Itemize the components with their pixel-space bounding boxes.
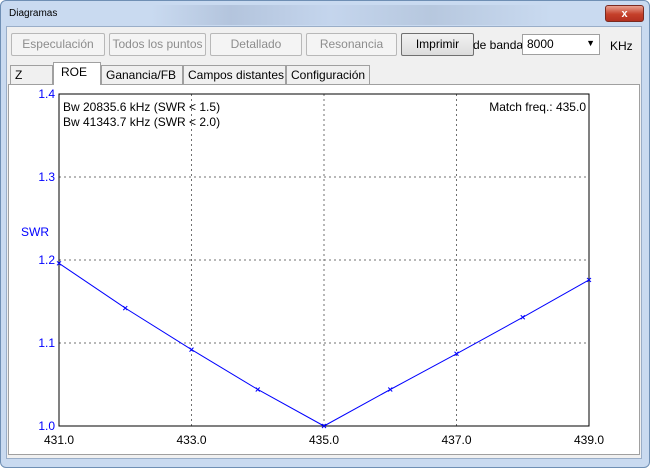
tab-z[interactable]: Z xyxy=(10,65,53,84)
especulacion-button[interactable]: Especulación xyxy=(11,33,105,56)
dropdown-arrow-icon: ▼ xyxy=(586,38,595,48)
bandwidth-value: 8000 xyxy=(527,37,554,51)
swr-data-point xyxy=(189,347,194,352)
blurred-background xyxy=(151,5,551,25)
x-tick-label: 431.0 xyxy=(44,433,74,447)
y-tick-label: 1.3 xyxy=(38,170,55,184)
y-axis-label: SWR xyxy=(21,225,49,239)
y-tick-label: 1.1 xyxy=(38,336,55,350)
tab-ganancia-fb[interactable]: Ganancia/FB xyxy=(101,65,183,84)
x-tick-label: 433.0 xyxy=(176,433,206,447)
swr-data-point xyxy=(387,387,393,392)
y-tick-label: 1.2 xyxy=(38,253,55,267)
swr-data-point xyxy=(122,305,128,311)
x-tick-label: 439.0 xyxy=(574,433,604,447)
bandwidth-label: de banda xyxy=(473,38,524,52)
y-tick-label: 1.4 xyxy=(38,87,55,101)
x-tick-label: 435.0 xyxy=(309,433,339,447)
swr-data-point xyxy=(255,387,261,392)
resonancia-button[interactable]: Resonancia xyxy=(306,33,397,56)
detallado-button[interactable]: Detallado xyxy=(210,33,302,56)
bandwidth-select[interactable]: 8000 ▼ xyxy=(522,34,600,55)
swr-data-point xyxy=(520,314,526,320)
x-tick-label: 437.0 xyxy=(441,433,471,447)
bandwidth-annotation-2: Bw 41343.7 kHz (SWR < 2.0) xyxy=(63,115,220,129)
close-button[interactable]: x xyxy=(605,5,644,22)
tab-campos-distantes[interactable]: Campos distantes xyxy=(183,65,286,84)
tab-configuracion[interactable]: Configuración xyxy=(286,65,370,84)
match-frequency-annotation: Match freq.: 435.0 xyxy=(489,100,586,114)
todos-los-puntos-button[interactable]: Todos los puntos xyxy=(109,33,206,56)
swr-chart: 431.0 433.0 435.0 437.0 439.0 1.0 1.1 1.2 1.3 1.4… xyxy=(21,87,604,447)
imprimir-button[interactable]: Imprimir xyxy=(401,33,474,56)
chart-panel: 431.0 433.0 435.0 437.0 439.0 1.0 1.1 1.2 1.3 1.4… xyxy=(8,84,640,455)
tab-roe[interactable]: ROE xyxy=(53,62,101,85)
unit-label: KHz xyxy=(610,39,633,53)
y-tick-label: 1.0 xyxy=(38,419,55,433)
title-bar[interactable]: Diagramas x xyxy=(1,1,649,25)
window-title: Diagramas xyxy=(9,8,58,19)
bandwidth-annotation-1: Bw 20835.6 kHz (SWR < 1.5) xyxy=(63,100,220,114)
